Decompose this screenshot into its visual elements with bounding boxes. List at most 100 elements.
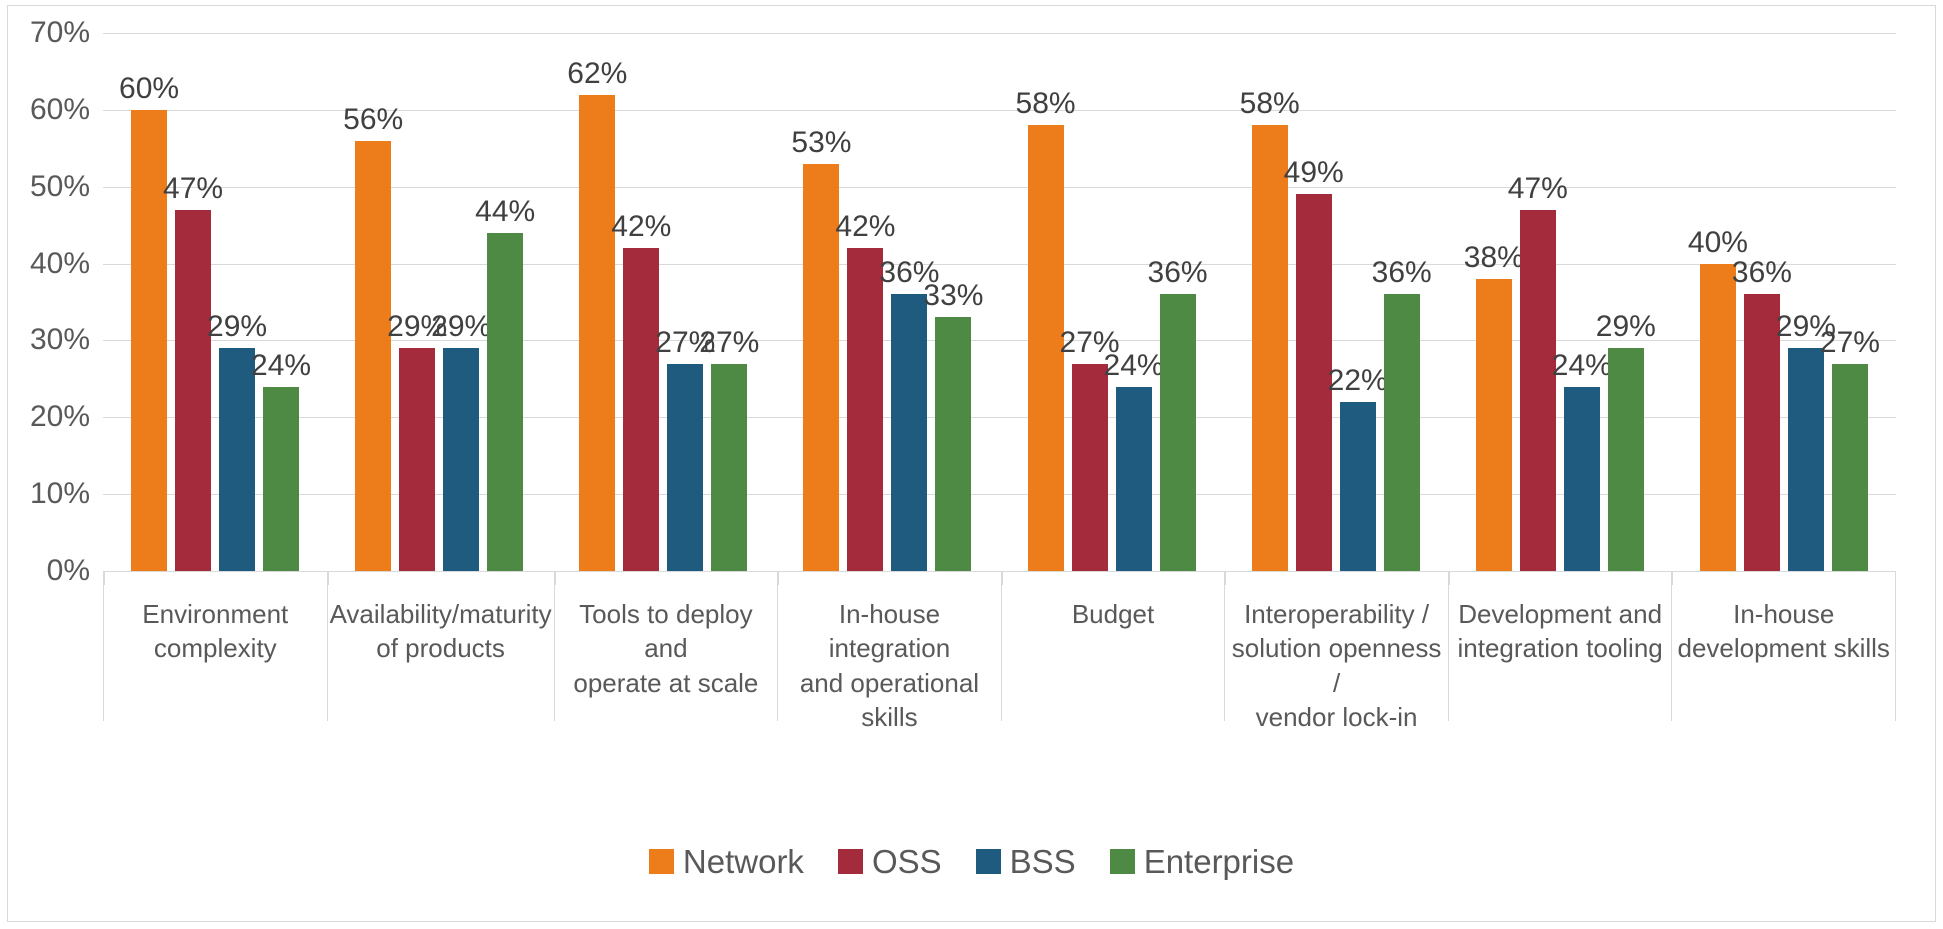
category-label-line: solution openness / — [1231, 633, 1442, 698]
bar[interactable] — [1831, 363, 1868, 571]
category-label: In-house integration and operational skil… — [778, 597, 1001, 734]
bar-slot: 42% — [835, 33, 895, 571]
bar-value-label: 42% — [835, 210, 896, 244]
bar-value-label: 49% — [1283, 156, 1344, 190]
bar[interactable] — [399, 348, 436, 571]
category-label: In-house development skills — [1672, 597, 1895, 666]
category-label-line: and operational skills — [799, 667, 980, 732]
bar-slot: 29% — [431, 33, 491, 571]
bar[interactable] — [219, 348, 256, 571]
bar[interactable] — [1027, 125, 1064, 571]
legend: Network OSS BSS Enterprise — [0, 845, 1943, 878]
bar[interactable] — [443, 348, 480, 571]
category-axis: Environment complexity Availability/maturi… — [103, 571, 1896, 732]
bar-value-label: 62% — [567, 56, 628, 90]
bar-slot: 33% — [923, 33, 983, 571]
bar-groups: 60% 47% 29% 24% 56% 29% 29% 44% 62% 42% 27% 27% 53% 4… — [103, 33, 1896, 571]
category-label: Tools to deploy and operate at scale — [555, 597, 778, 700]
bar-value-label: 27% — [1819, 325, 1880, 359]
category-tickmark — [104, 571, 105, 585]
bar[interactable] — [1787, 348, 1824, 571]
bar-group: 62% 42% 27% 27% — [551, 33, 775, 571]
bar[interactable] — [263, 386, 300, 571]
bar-value-label: 42% — [611, 210, 672, 244]
bar-value-label: 47% — [163, 171, 224, 205]
bar-slot: 27% — [699, 33, 759, 571]
bar-value-label: 38% — [1463, 240, 1524, 274]
category-label: Interoperability / solution openness / ven… — [1225, 597, 1448, 734]
bar[interactable] — [803, 163, 840, 571]
category-label-line: Interoperability / — [1244, 599, 1430, 629]
bar-value-label: 60% — [119, 71, 180, 105]
bar[interactable] — [487, 232, 524, 571]
bar-slot: 29% — [1596, 33, 1656, 571]
bar[interactable] — [1071, 363, 1108, 571]
bar-value-label: 24% — [1551, 348, 1612, 382]
bar-slot: 56% — [343, 33, 403, 571]
legend-item-enterprise[interactable]: Enterprise — [1109, 845, 1294, 878]
y-axis-tick-label: 50% — [29, 169, 90, 203]
bar-value-label: 36% — [1147, 256, 1208, 290]
bar[interactable] — [1159, 294, 1196, 571]
y-axis-tick-label: 40% — [29, 246, 90, 280]
y-axis-tick-label: 0% — [46, 554, 90, 587]
bar-slot: 47% — [163, 33, 223, 571]
bar[interactable] — [355, 140, 392, 571]
bar[interactable] — [1115, 386, 1152, 571]
bar-slot: 44% — [475, 33, 535, 571]
bar[interactable] — [1563, 386, 1600, 571]
bar-slot: 27% — [1820, 33, 1880, 571]
bar-group: 53% 42% 36% 33% — [775, 33, 999, 571]
category-tick: Tools to deploy and operate at scale — [553, 571, 778, 721]
bar-value-label: 27% — [1059, 325, 1120, 359]
legend-item-oss[interactable]: OSS — [837, 845, 942, 878]
bar[interactable] — [1383, 294, 1420, 571]
bar-slot: 36% — [1148, 33, 1208, 571]
bar-slot: 27% — [655, 33, 715, 571]
bar[interactable] — [891, 294, 928, 571]
bar[interactable] — [1475, 278, 1512, 571]
bar[interactable] — [1295, 194, 1332, 571]
bar[interactable] — [1519, 209, 1556, 571]
bar[interactable] — [579, 94, 616, 571]
bar[interactable] — [623, 248, 660, 571]
category-label-line: vendor lock-in — [1255, 701, 1418, 732]
bar[interactable] — [1251, 125, 1288, 571]
category-label-line: Environment — [142, 599, 289, 629]
category-tickmark — [778, 571, 780, 585]
category-label-line: Budget — [1071, 599, 1155, 629]
bar[interactable] — [1339, 401, 1376, 571]
bar[interactable] — [935, 317, 972, 571]
category-label-line: In-house — [1733, 599, 1835, 629]
category-label-line: operate at scale — [573, 667, 759, 698]
bar-value-label: 36% — [1371, 256, 1432, 290]
bar-slot: 36% — [1732, 33, 1792, 571]
bar[interactable] — [1607, 348, 1644, 571]
bar[interactable] — [131, 109, 168, 571]
bar[interactable] — [1743, 294, 1780, 571]
legend-item-bss[interactable]: BSS — [975, 845, 1076, 878]
bar[interactable] — [711, 363, 748, 571]
bar[interactable] — [667, 363, 704, 571]
category-tick: Budget — [1000, 571, 1225, 721]
bar-group: 58% 49% 22% 36% — [1224, 33, 1448, 571]
category-tick: Interoperability / solution openness / ven… — [1224, 571, 1448, 732]
category-tickmark — [554, 571, 556, 585]
category-tickmark — [1225, 571, 1227, 585]
category-tickmark — [327, 571, 329, 585]
y-axis: 70% 60% 50% 40% 30% 20% 10% 0% — [0, 16, 90, 587]
y-axis-tick-label: 30% — [29, 323, 90, 357]
bar[interactable] — [847, 248, 884, 571]
legend-item-network[interactable]: Network — [648, 843, 804, 880]
legend-label: Network — [682, 843, 804, 880]
y-axis-tick-label: 70% — [29, 16, 90, 49]
bar-value-label: 36% — [879, 256, 940, 290]
bar-slot: 24% — [1104, 33, 1164, 571]
category-label: Budget — [1002, 597, 1225, 631]
bar[interactable] — [175, 209, 212, 571]
bar-slot: 29% — [387, 33, 447, 571]
category-tickmark — [1001, 571, 1003, 585]
bar-slot: 53% — [791, 33, 851, 571]
bar-value-label: 33% — [923, 279, 984, 313]
bar[interactable] — [1699, 263, 1736, 571]
